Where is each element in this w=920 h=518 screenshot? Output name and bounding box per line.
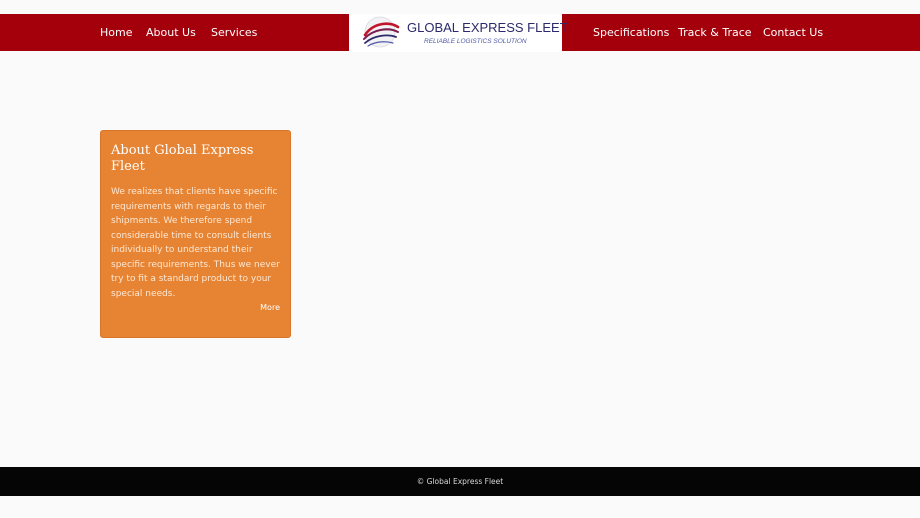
nav-link-track-trace[interactable]: Track & Trace <box>678 14 752 51</box>
page: Home About Us Services Specifications Tr… <box>0 0 920 518</box>
globe-swoosh-icon <box>363 16 400 48</box>
footer-copyright: © Global Express Fleet <box>416 477 504 486</box>
footer: © Global Express Fleet <box>0 467 920 496</box>
about-more-link[interactable]: More <box>260 303 280 312</box>
nav-link-services[interactable]: Services <box>211 14 257 51</box>
logo-title: GLOBAL EXPRESS FLEET <box>407 20 568 35</box>
nav-link-specifications[interactable]: Specifications <box>593 14 669 51</box>
logo-tagline: RELIABLE LOGISTICS SOLUTION <box>424 38 527 45</box>
about-card: About Global Express Fleet We realizes t… <box>100 130 291 338</box>
about-card-title: About Global Express Fleet <box>111 143 254 174</box>
nav-link-about-us[interactable]: About Us <box>146 14 196 51</box>
nav-link-contact-us[interactable]: Contact Us <box>763 14 823 51</box>
site-logo[interactable]: GLOBAL EXPRESS FLEET RELIABLE LOGISTICS … <box>349 14 568 52</box>
nav-link-home[interactable]: Home <box>100 14 132 51</box>
about-card-text: We realizes that clients have specific r… <box>111 187 280 299</box>
